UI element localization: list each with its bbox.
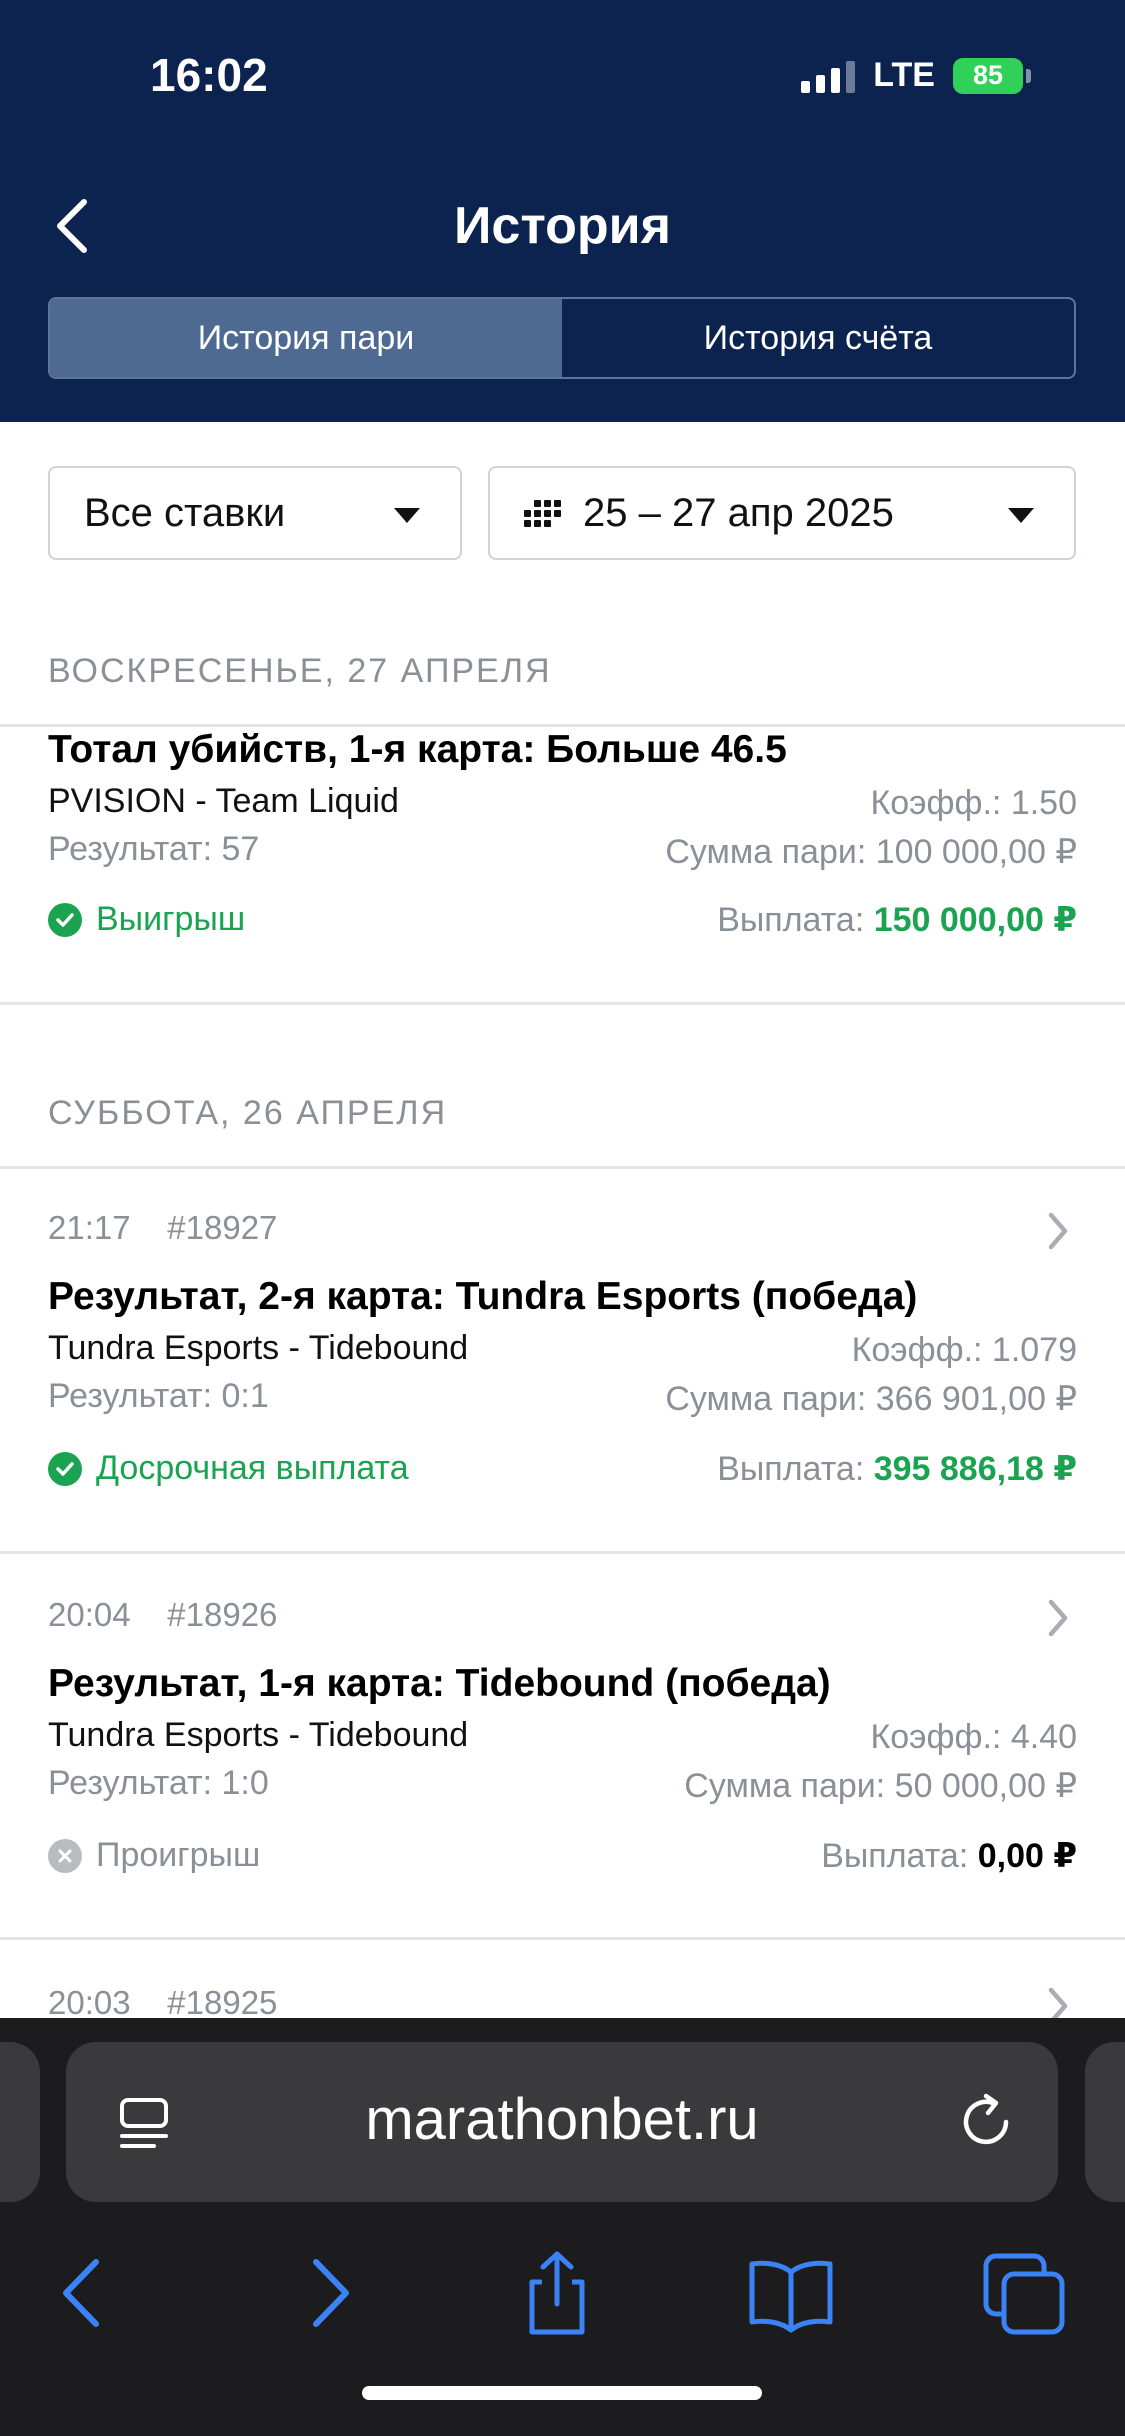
- share-icon[interactable]: [512, 2248, 602, 2338]
- caret-down-icon: [394, 508, 420, 523]
- bet-coef: Коэфф.: 4.40: [870, 1718, 1077, 1756]
- payout-value: 0,00 ₽: [977, 1837, 1077, 1875]
- bet-stake: Сумма пари: 366 901,00 ₽: [665, 1380, 1077, 1418]
- status-time: 16:02: [150, 49, 268, 101]
- signal-icon: [801, 59, 856, 93]
- bet-card[interactable]: 21:17 #18927 Результат, 2-я карта: Tundr…: [0, 1169, 1125, 1551]
- date-range-filter[interactable]: 25 – 27 апр 2025: [488, 466, 1076, 560]
- tab-bet-history[interactable]: История пари: [50, 299, 562, 377]
- battery-icon: 85: [953, 57, 1031, 94]
- home-indicator: [362, 2386, 762, 2400]
- bet-id: #18926: [167, 1596, 278, 1633]
- caret-down-icon: [1008, 508, 1034, 523]
- bet-payout: Выплата: 0,00 ₽: [821, 1836, 1077, 1876]
- network-label: LTE: [873, 56, 935, 94]
- reload-icon[interactable]: [958, 2090, 1018, 2154]
- chevron-right-icon: [1048, 1599, 1068, 1637]
- tab-account-history[interactable]: История счёта: [562, 299, 1074, 377]
- bet-status: Выигрыш: [48, 900, 245, 939]
- bet-time: 20:03: [48, 1984, 131, 2021]
- date-range-value: 25 – 27 апр 2025: [583, 490, 894, 535]
- status-indicators: LTE 85: [801, 56, 1031, 95]
- bet-stake: Сумма пари: 50 000,00 ₽: [684, 1767, 1077, 1805]
- bet-stake: Сумма пари: 100 000,00 ₽: [665, 833, 1077, 871]
- browser-toolbar: [0, 2218, 1125, 2368]
- bet-type-filter[interactable]: Все ставки: [48, 466, 462, 560]
- url-text: marathonbet.ru: [365, 2087, 759, 2152]
- payout-value: 150 000,00 ₽: [873, 901, 1077, 939]
- bet-match: Tundra Esports - Tidebound: [48, 1329, 469, 1367]
- bet-coef: Коэфф.: 1.50: [870, 784, 1077, 822]
- bet-status-label: Выигрыш: [96, 900, 246, 938]
- next-tab-peek[interactable]: [1085, 2042, 1125, 2202]
- bet-id: #18925: [167, 1984, 278, 2021]
- day-header: СУББОТА, 26 АПРЕЛЯ: [48, 1094, 448, 1132]
- browser-forward-icon[interactable]: [282, 2248, 372, 2338]
- check-icon: [48, 902, 82, 937]
- page-title: История: [454, 197, 671, 255]
- payout-label: Выплата:: [821, 1837, 969, 1875]
- bet-meta: 21:17 #18927: [48, 1209, 277, 1247]
- bet-payout: Выплата: 150 000,00 ₽: [717, 900, 1077, 940]
- chevron-right-icon: [1048, 1212, 1068, 1250]
- bet-card[interactable]: 20:04 #18926 Результат, 1-я карта: Tideb…: [0, 1554, 1125, 1937]
- bet-result: Результат: 1:0: [48, 1764, 269, 1802]
- bet-result: Результат: 0:1: [48, 1377, 269, 1415]
- close-icon: [48, 1838, 82, 1873]
- bet-title: Результат, 2-я карта: Tundra Esports (по…: [48, 1275, 918, 1318]
- history-tabs: История пари История счёта: [48, 297, 1076, 379]
- bet-type-filter-value: Все ставки: [84, 490, 286, 535]
- bet-status-label: Проигрыш: [96, 1836, 261, 1874]
- divider: [0, 1002, 1125, 1005]
- address-bar[interactable]: marathonbet.ru: [66, 2042, 1058, 2202]
- app-header: 16:02 LTE 85 История История пари Истори…: [0, 0, 1125, 422]
- browser-chrome: marathonbet.ru: [0, 2018, 1125, 2436]
- previous-tab-peek[interactable]: [0, 2042, 40, 2202]
- bet-time: 20:04: [48, 1596, 131, 1633]
- payout-label: Выплата:: [717, 901, 865, 939]
- bet-time: 21:17: [48, 1209, 131, 1246]
- tabs-icon[interactable]: [980, 2248, 1070, 2338]
- bet-payout: Выплата: 395 886,18 ₽: [717, 1449, 1077, 1489]
- bet-card[interactable]: Тотал убийств, 1-я карта: Больше 46.5 PV…: [0, 724, 1125, 1004]
- bet-title: Тотал убийств, 1-я карта: Больше 46.5: [48, 728, 787, 771]
- bet-title: Результат, 1-я карта: Tidebound (победа): [48, 1662, 831, 1705]
- bet-status-label: Досрочная выплата: [96, 1449, 409, 1487]
- bet-meta: 20:03 #18925: [48, 1984, 277, 2022]
- bet-status: Проигрыш: [48, 1836, 260, 1875]
- bookmarks-icon[interactable]: [746, 2248, 836, 2338]
- bet-status: Досрочная выплата: [48, 1449, 409, 1488]
- payout-value: 395 886,18 ₽: [873, 1450, 1077, 1488]
- bet-result: Результат: 57: [48, 830, 260, 868]
- bet-match: PVISION - Team Liquid: [48, 782, 399, 820]
- bet-id: #18927: [167, 1209, 278, 1246]
- battery-level: 85: [972, 60, 1004, 90]
- calendar-icon: [524, 499, 561, 527]
- browser-back-icon[interactable]: [40, 2248, 130, 2338]
- bet-meta: 20:04 #18926: [48, 1596, 277, 1634]
- bet-card[interactable]: 20:03 #18925: [0, 1940, 1125, 2025]
- bet-coef: Коэфф.: 1.079: [851, 1331, 1077, 1369]
- check-icon: [48, 1451, 82, 1486]
- bet-match: Tundra Esports - Tidebound: [48, 1716, 469, 1754]
- payout-label: Выплата:: [717, 1450, 865, 1488]
- day-header: ВОСКРЕСЕНЬЕ, 27 АПРЕЛЯ: [48, 652, 552, 690]
